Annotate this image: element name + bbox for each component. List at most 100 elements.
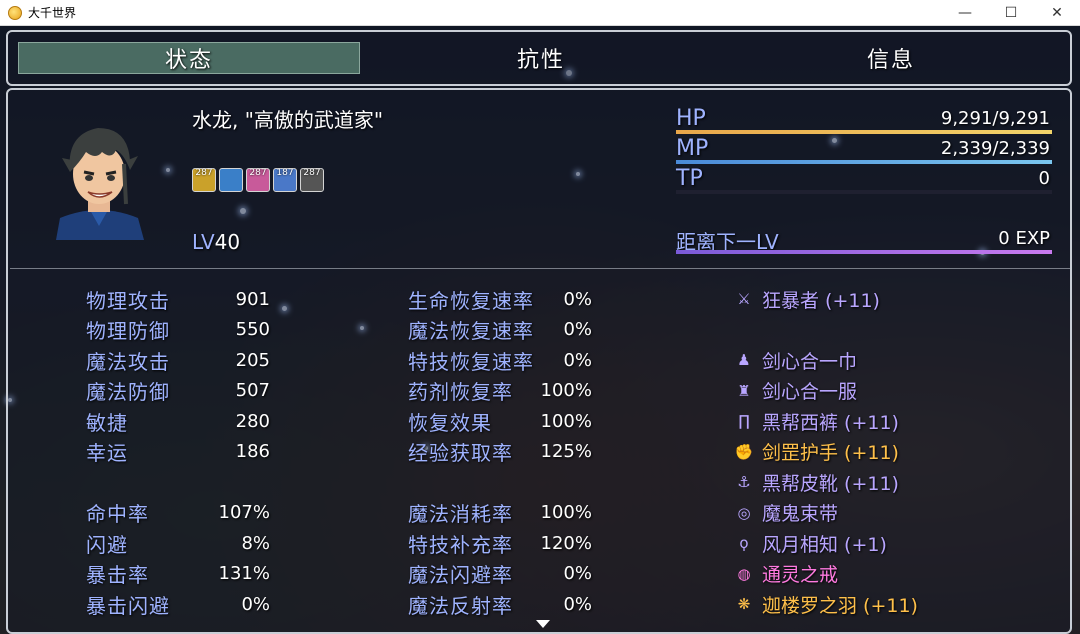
param-value: 131%: [218, 563, 270, 585]
mp-gauge: MP 2,339/2,339: [676, 136, 1052, 164]
equipment-name: 迦楼罗之羽 (+11): [762, 594, 918, 617]
headband-icon: ♟: [737, 351, 751, 370]
equipment-name: 黑帮皮靴 (+11): [762, 472, 899, 495]
ex-param-label: 经验获取率: [408, 441, 513, 466]
pants-icon: ∏: [738, 412, 750, 431]
equipment-slot[interactable]: ❋ 迦楼罗之羽 (+11): [734, 589, 1064, 620]
param-value: 186: [235, 441, 270, 463]
ex-param-row: 特技恢复速率 0%: [408, 345, 598, 376]
ex-param-row: 魔法闪避率 0%: [408, 559, 598, 590]
ex-param-value: 0%: [563, 593, 592, 615]
equipment-slot[interactable]: ◍ 通灵之戒: [734, 559, 1064, 590]
param-row: 物理防御 550: [86, 315, 276, 346]
close-button[interactable]: ✕: [1034, 0, 1080, 26]
param-value: 107%: [218, 502, 270, 524]
exp-value: 0 EXP: [998, 228, 1050, 249]
equipment-slot[interactable]: ϙ 风月相知 (+1): [734, 528, 1064, 559]
param-label: 暴击率: [86, 563, 149, 588]
window-controls: — ☐ ✕: [942, 0, 1080, 26]
hp-gauge-fill: [676, 130, 1052, 134]
param-row: [86, 467, 276, 498]
tab-status[interactable]: 状态: [18, 42, 360, 74]
param-row: 闪避 8%: [86, 528, 276, 559]
ex-param-row: [408, 467, 598, 498]
ex-param-label: 魔法闪避率: [408, 563, 513, 588]
param-row: 暴击率 131%: [86, 559, 276, 590]
necklace-icon: ϙ: [739, 534, 749, 553]
ex-param-row: 经验获取率 125%: [408, 437, 598, 468]
scroll-down-arrow-icon[interactable]: [536, 620, 550, 628]
equipment-slot[interactable]: ♜ 剑心合一服: [734, 376, 1064, 407]
belt-icon: ◎: [737, 503, 751, 522]
equipment-slot[interactable]: ✊ 剑罡护手 (+11): [734, 437, 1064, 468]
equipment-slot[interactable]: ⚓ 黑帮皮靴 (+11): [734, 467, 1064, 498]
dragon-icon: [219, 168, 243, 192]
robe-icon: ♜: [737, 381, 751, 400]
equipment-name: 狂暴者 (+11): [762, 289, 880, 312]
hp-label: HP: [676, 106, 706, 131]
sword-icon: ⚔: [737, 290, 751, 309]
character-name: 水龙, "高傲的武道家": [192, 108, 384, 132]
ex-param-label: 魔法反射率: [408, 593, 513, 618]
equipment-name: 风月相知 (+1): [762, 533, 887, 556]
blue-buff-icon: 187: [273, 168, 297, 192]
ex-param-value: 0%: [563, 349, 592, 371]
ex-param-row: 特技补充率 120%: [408, 528, 598, 559]
equipment-slot[interactable]: ♟ 剑心合一巾: [734, 345, 1064, 376]
equipment-name: 剑心合一服: [762, 381, 858, 404]
ex-param-value: 0%: [563, 288, 592, 310]
minimize-button[interactable]: —: [942, 0, 988, 26]
param-value: 8%: [241, 532, 270, 554]
equipment-name: 通灵之戒: [762, 564, 839, 587]
param-row: 幸运 186: [86, 437, 276, 468]
boots-icon: ⚓: [737, 473, 751, 492]
param-value: 901: [235, 288, 270, 310]
equipment-slot[interactable]: ∏ 黑帮西裤 (+11): [734, 406, 1064, 437]
level-label: LV: [192, 230, 215, 254]
dagger-up-icon: 287: [192, 168, 216, 192]
state-turn-count: 287: [195, 168, 213, 178]
param-label: 魔法攻击: [86, 349, 170, 374]
ex-param-label: 魔法消耗率: [408, 502, 513, 527]
pink-buff-icon: 287: [246, 168, 270, 192]
param-row: 魔法防御 507: [86, 376, 276, 407]
param-label: 敏捷: [86, 410, 128, 435]
param-label: 魔法防御: [86, 380, 170, 405]
equipment-slot[interactable]: ⚔ 狂暴者 (+11): [734, 284, 1064, 315]
level-value: 40: [214, 230, 241, 254]
param-label: 物理防御: [86, 319, 170, 344]
param-value: 550: [235, 319, 270, 341]
ex-param-row: 魔法反射率 0%: [408, 589, 598, 620]
param-value: 507: [235, 380, 270, 402]
exp-gauge-fill: [676, 250, 1052, 254]
maximize-button[interactable]: ☐: [988, 0, 1034, 26]
ex-param-row: 恢复效果 100%: [408, 406, 598, 437]
param-value: 0%: [241, 593, 270, 615]
exp-gauge: 距离下一LV 0 EXP: [676, 226, 1052, 254]
basic-params-list: 物理攻击 901 物理防御 550 魔法攻击 205 魔法防御 507 敏捷 280 幸运 186 命中…: [86, 284, 276, 620]
equipment-slot: [734, 315, 1064, 346]
ex-param-value: 100%: [540, 410, 592, 432]
level-display: LV40: [192, 230, 240, 254]
param-label: 幸运: [86, 441, 128, 466]
window-titlebar: 大千世界 — ☐ ✕: [0, 0, 1080, 26]
ex-param-value: 100%: [540, 380, 592, 402]
ex-param-row: 魔法恢复速率 0%: [408, 315, 598, 346]
tab-info[interactable]: 信息: [720, 42, 1062, 74]
param-label: 物理攻击: [86, 288, 170, 313]
ex-param-label: 魔法恢复速率: [408, 319, 534, 344]
app-icon: [8, 5, 22, 20]
character-portrait: [56, 128, 144, 240]
status-window: 水龙, "高傲的武道家" 287 287 187 287 LV40 HP 9,291/…: [6, 88, 1072, 634]
tab-resistance[interactable]: 抗性: [370, 42, 712, 74]
mp-value: 2,339/2,339: [940, 138, 1050, 159]
tp-label: TP: [676, 166, 703, 191]
equipment-slot[interactable]: ◎ 魔鬼束带: [734, 498, 1064, 529]
equipment-name: 剑心合一巾: [762, 350, 858, 373]
param-label: 闪避: [86, 532, 128, 557]
gauntlet-icon: ✊: [734, 442, 754, 461]
param-row: 魔法攻击 205: [86, 345, 276, 376]
ex-param-value: 125%: [540, 441, 592, 463]
equipment-list: ⚔ 狂暴者 (+11) ♟ 剑心合一巾 ♜ 剑心合一服 ∏ 黑帮西裤 (+11) ✊ 剑罡护手 (…: [734, 284, 1064, 620]
ex-param-value: 120%: [540, 532, 592, 554]
